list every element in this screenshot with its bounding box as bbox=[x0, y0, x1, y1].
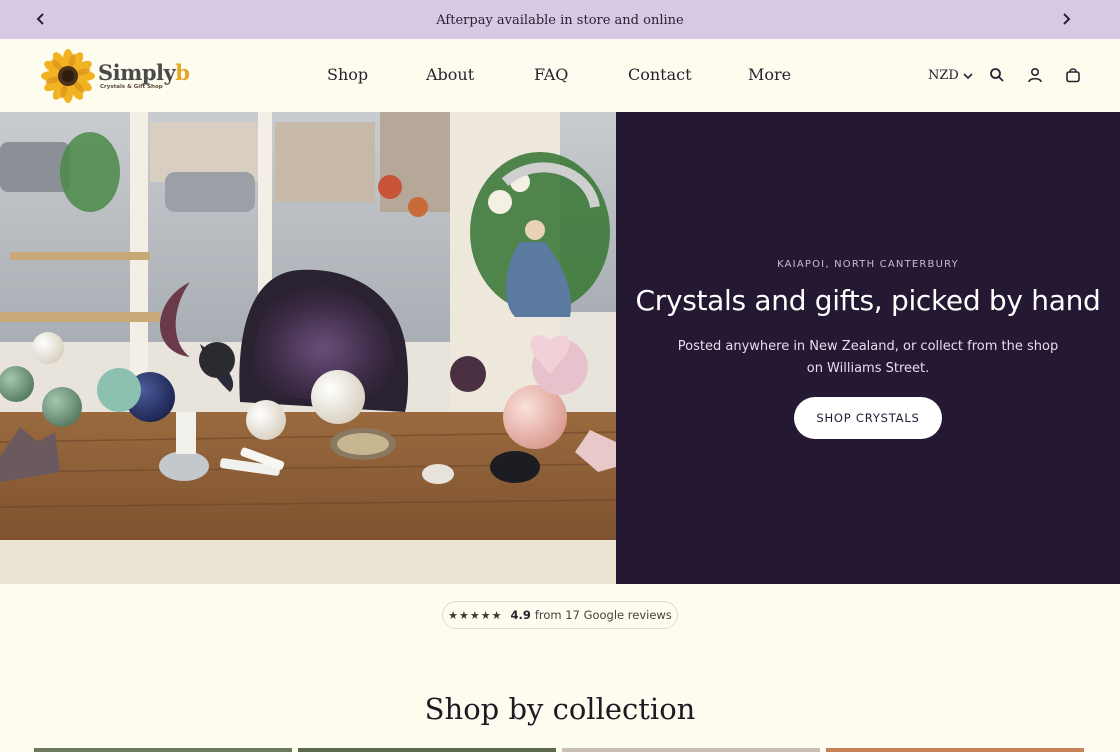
star-rating-icon: ★★★★★ bbox=[448, 608, 503, 622]
review-score: 4.9 bbox=[510, 608, 531, 622]
collections-heading: Shop by collection bbox=[424, 692, 696, 726]
chevron-down-icon bbox=[963, 72, 973, 79]
collection-tile[interactable] bbox=[826, 748, 1084, 752]
google-reviews-badge[interactable]: ★★★★★ 4.9 from 17 Google reviews bbox=[442, 601, 678, 629]
chevron-left-icon[interactable] bbox=[32, 10, 50, 28]
currency-selector[interactable]: NZD bbox=[928, 68, 973, 83]
account-icon[interactable] bbox=[1026, 66, 1044, 84]
hero-panel: KAIAPOI, NORTH CANTERBURY Crystals and g… bbox=[616, 112, 1120, 584]
search-icon[interactable] bbox=[988, 66, 1006, 84]
hero-image bbox=[0, 112, 616, 584]
site-header: Simplyb Crystals & Gift Shop Shop About … bbox=[0, 39, 1120, 112]
collection-tile[interactable] bbox=[298, 748, 556, 752]
cart-icon[interactable] bbox=[1064, 66, 1082, 84]
announcement-text: Afterpay available in store and online bbox=[436, 13, 684, 28]
sunflower-icon bbox=[41, 49, 95, 103]
collection-tile[interactable] bbox=[562, 748, 820, 752]
nav-contact[interactable]: Contact bbox=[628, 65, 692, 84]
nav-faq[interactable]: FAQ bbox=[534, 65, 568, 84]
logo[interactable]: Simplyb Crystals & Gift Shop bbox=[40, 49, 200, 103]
hero-subtitle: Posted anywhere in New Zealand, or colle… bbox=[677, 339, 1059, 376]
announcement-bar: Afterpay available in store and online bbox=[0, 0, 1120, 39]
hero-title: Crystals and gifts, picked by hand bbox=[635, 284, 1101, 317]
chevron-right-icon[interactable] bbox=[1057, 10, 1075, 28]
shop-crystals-button[interactable]: SHOP CRYSTALS bbox=[794, 397, 942, 439]
currency-label: NZD bbox=[928, 68, 959, 83]
logo-wordmark: Simplyb bbox=[98, 60, 190, 85]
nav-about[interactable]: About bbox=[426, 65, 474, 84]
nav-shop[interactable]: Shop bbox=[327, 65, 368, 84]
collection-tile[interactable] bbox=[34, 748, 292, 752]
review-count-text: from 17 Google reviews bbox=[534, 608, 672, 622]
nav-more[interactable]: More bbox=[748, 65, 791, 84]
hero-eyebrow: KAIAPOI, NORTH CANTERBURY bbox=[777, 259, 959, 270]
